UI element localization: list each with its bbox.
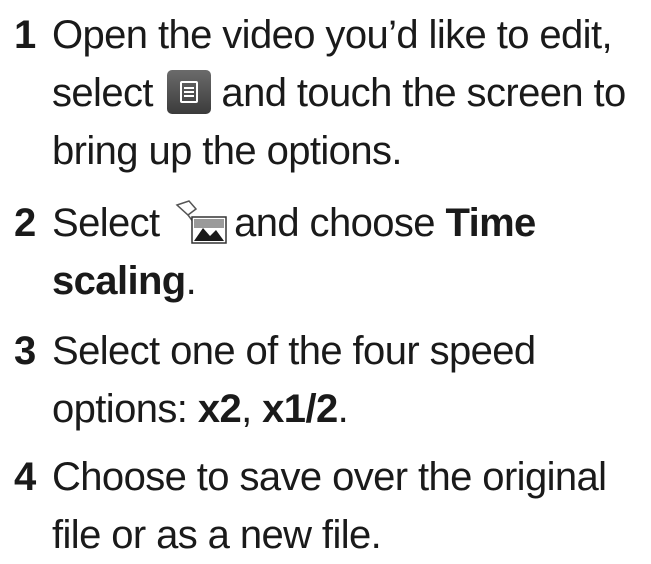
step-3: 3 Select one of the four speed options: … (14, 322, 644, 438)
step-punctuation: , (241, 387, 252, 431)
step-number: 2 (14, 201, 36, 245)
step-punctuation: . (185, 259, 197, 303)
step-text-part: and choose (234, 201, 435, 245)
step-text: Select and choose Time scaling. (52, 194, 644, 310)
speed-option: x1/2 (262, 387, 338, 431)
step-text: Choose to save over the original file or… (52, 455, 607, 557)
menu-icon (167, 70, 212, 115)
step-1: 1 Open the video you’d like to edit, sel… (14, 6, 644, 180)
speed-option: x2 (197, 387, 242, 431)
image-edit-icon (174, 199, 228, 245)
step-number: 4 (14, 455, 36, 499)
step-number: 3 (14, 329, 36, 373)
step-text-part: Select (52, 201, 160, 245)
step-text: Open the video you’d like to edit, selec… (52, 6, 644, 180)
step-2: 2 Select and choose Time scaling. (14, 194, 644, 310)
step-text: Select one of the four speed options: x2… (52, 322, 644, 438)
step-4: 4 Choose to save over the original file … (14, 448, 644, 564)
step-number: 1 (14, 13, 36, 57)
step-punctuation: . (337, 387, 349, 431)
